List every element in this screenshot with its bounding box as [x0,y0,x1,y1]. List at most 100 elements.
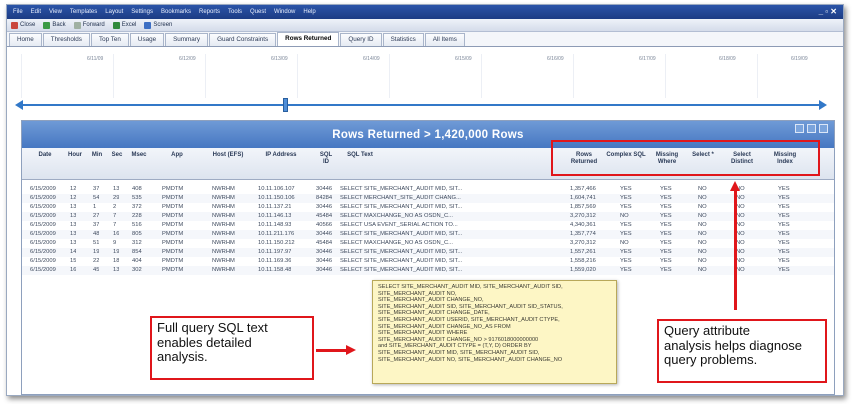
cell-host: NWRHM [212,240,235,246]
menu-window[interactable]: Window [274,9,295,15]
tab-rows-returned[interactable]: Rows Returned [277,32,340,46]
table-row[interactable]: 6/15/2009 14 19 19 854 PMDTM NWRHM 10.11… [22,248,834,257]
cell-app: PMDTM [162,222,184,228]
menu-templates[interactable]: Templates [70,9,97,15]
timeline-left-arrow-icon[interactable] [15,100,23,110]
col-date[interactable]: Date [32,152,58,159]
menu-edit[interactable]: Edit [31,9,41,15]
cell-select-star: NO [698,240,707,246]
menu-layout[interactable]: Layout [105,9,123,15]
arrow-up-icon [730,181,740,191]
cell-date: 6/15/2009 [30,204,56,210]
excel-button[interactable]: Excel [112,21,136,29]
tooltip-line: SITE_MERCHANT_AUDIT WHERE [378,330,468,337]
table-row[interactable]: 6/15/2009 16 45 13 302 PMDTM NWRHM 10.11… [22,266,834,275]
cell-hour: 15 [70,258,77,264]
cell-rows-returned: 1,604,741 [570,195,596,201]
menu-reports[interactable]: Reports [199,9,220,15]
tab-home[interactable]: Home [9,33,42,46]
tab-statistics[interactable]: Statistics [382,33,424,46]
tooltip-line: SITE_MERCHANT_AUDIT USERID, SITE_MERCHAN… [378,316,560,323]
cell-complex-sql: YES [620,231,632,237]
screen-button[interactable]: Screen [144,21,172,29]
table-row[interactable]: 6/15/2009 13 37 7 516 PMDTM NWRHM 10.11.… [22,221,834,230]
table-row[interactable]: 6/15/2009 13 27 7 228 PMDTM NWRHM 10.11.… [22,212,834,221]
cell-select-distinct: NO [736,213,745,219]
tooltip-line: SELECT SITE_MERCHANT_AUDIT MID, SITE_MER… [378,284,563,290]
cell-sql-id: 40566 [316,222,333,228]
col-msec[interactable]: Msec [128,152,150,159]
col-hour[interactable]: Hour [64,152,86,159]
cell-min: 27 [93,213,100,219]
timeline-tick: 6/19/09 [791,56,808,62]
table-row[interactable]: 6/15/2009 13 51 9 312 PMDTM NWRHM 10.11.… [22,239,834,248]
back-button[interactable]: Back [43,21,66,29]
tab-thresholds[interactable]: Thresholds [42,33,90,46]
col-sql-text[interactable]: SQL Text [340,152,380,159]
cell-sql-text: SELECT MERCHANT_SITE_AUDIT CHANG... [340,195,461,201]
tab-query-id[interactable]: Query ID [340,33,382,46]
callout-right-line: analysis helps diagnose [664,337,803,353]
panel-restore-icon[interactable] [807,124,816,133]
close-button[interactable]: Close [11,21,35,29]
cell-sql-text: SELECT SITE_MERCHANT_AUDIT MID, SIT... [340,258,463,264]
cell-app: PMDTM [162,204,184,210]
cell-sec: 9 [113,240,117,246]
menu-bar: File Edit View Templates Layout Settings… [7,5,843,19]
col-app[interactable]: App [162,152,192,159]
cell-select-star: NO [698,249,707,255]
callout-arrow-up [734,190,737,310]
col-host[interactable]: Host (EFS) [208,152,248,159]
table-row[interactable]: 6/15/2009 13 48 16 805 PMDTM NWRHM 10.11… [22,230,834,239]
col-ip-address[interactable]: IP Address [256,152,306,159]
table-row[interactable]: 6/15/2009 12 54 29 535 PMDTM NWRHM 10.11… [22,194,834,203]
timeline-right-arrow-icon[interactable] [819,100,827,110]
table-row[interactable]: 6/15/2009 13 1 2 372 PMDTM NWRHM 10.11.1… [22,203,834,212]
cell-date: 6/15/2009 [30,267,56,273]
cell-hour: 13 [70,222,77,228]
timeline: 6/11/09 6/12/09 6/13/09 6/14/09 6/15/09 … [7,48,843,118]
menu-help[interactable]: Help [303,9,315,15]
cell-date: 6/15/2009 [30,240,56,246]
timeline-slider-handle[interactable] [283,98,288,112]
cell-missing-where: YES [660,213,672,219]
cell-rows-returned: 1,559,020 [570,267,596,273]
table-row[interactable]: 6/15/2009 12 37 13 408 PMDTM NWRHM 10.11… [22,185,834,194]
tooltip-line: SITE_MERCHANT_AUDIT NO, [378,290,457,297]
cell-ip: 10.11.158.48 [258,267,292,273]
col-sec[interactable]: Sec [108,152,126,159]
table-row[interactable]: 6/15/2009 15 22 18 404 PMDTM NWRHM 10.11… [22,257,834,266]
menu-view[interactable]: View [49,9,62,15]
back-label: Back [52,22,66,28]
panel-minimize-icon[interactable] [795,124,804,133]
cell-complex-sql: YES [620,249,632,255]
cell-msec: 228 [132,213,142,219]
cell-min: 54 [93,195,100,201]
tab-usage[interactable]: Usage [129,33,165,46]
menu-tools[interactable]: Tools [228,9,242,15]
close-icon [11,21,18,29]
window-controls-icon[interactable]: _ ▫ ✕ [819,7,837,16]
cell-hour: 13 [70,240,77,246]
timeline-range-bar [21,104,821,106]
menu-settings[interactable]: Settings [131,9,153,15]
cell-sql-id: 45484 [316,240,333,246]
query-attribute-callout: Query attribute analysis helps diagnose … [657,319,827,383]
cell-missing-index: YES [778,186,790,192]
tab-top-ten[interactable]: Top Ten [90,33,129,46]
tab-all-items[interactable]: All Items [424,33,465,46]
tab-guard-constraints[interactable]: Guard Constraints [209,33,277,46]
menu-quest[interactable]: Quest [250,9,266,15]
tab-summary[interactable]: Summary [165,33,209,46]
menu-file[interactable]: File [13,9,23,15]
cell-select-distinct: NO [736,195,745,201]
cell-select-distinct: NO [736,267,745,273]
col-min[interactable]: Min [88,152,106,159]
cell-msec: 372 [132,204,142,210]
panel-close-icon[interactable] [819,124,828,133]
forward-button[interactable]: Forward [73,21,105,29]
cell-sec: 29 [113,195,120,201]
cell-ip: 10.11.150.106 [258,195,295,201]
col-sql-id[interactable]: SQL ID [318,152,334,166]
menu-bookmarks[interactable]: Bookmarks [161,9,191,15]
